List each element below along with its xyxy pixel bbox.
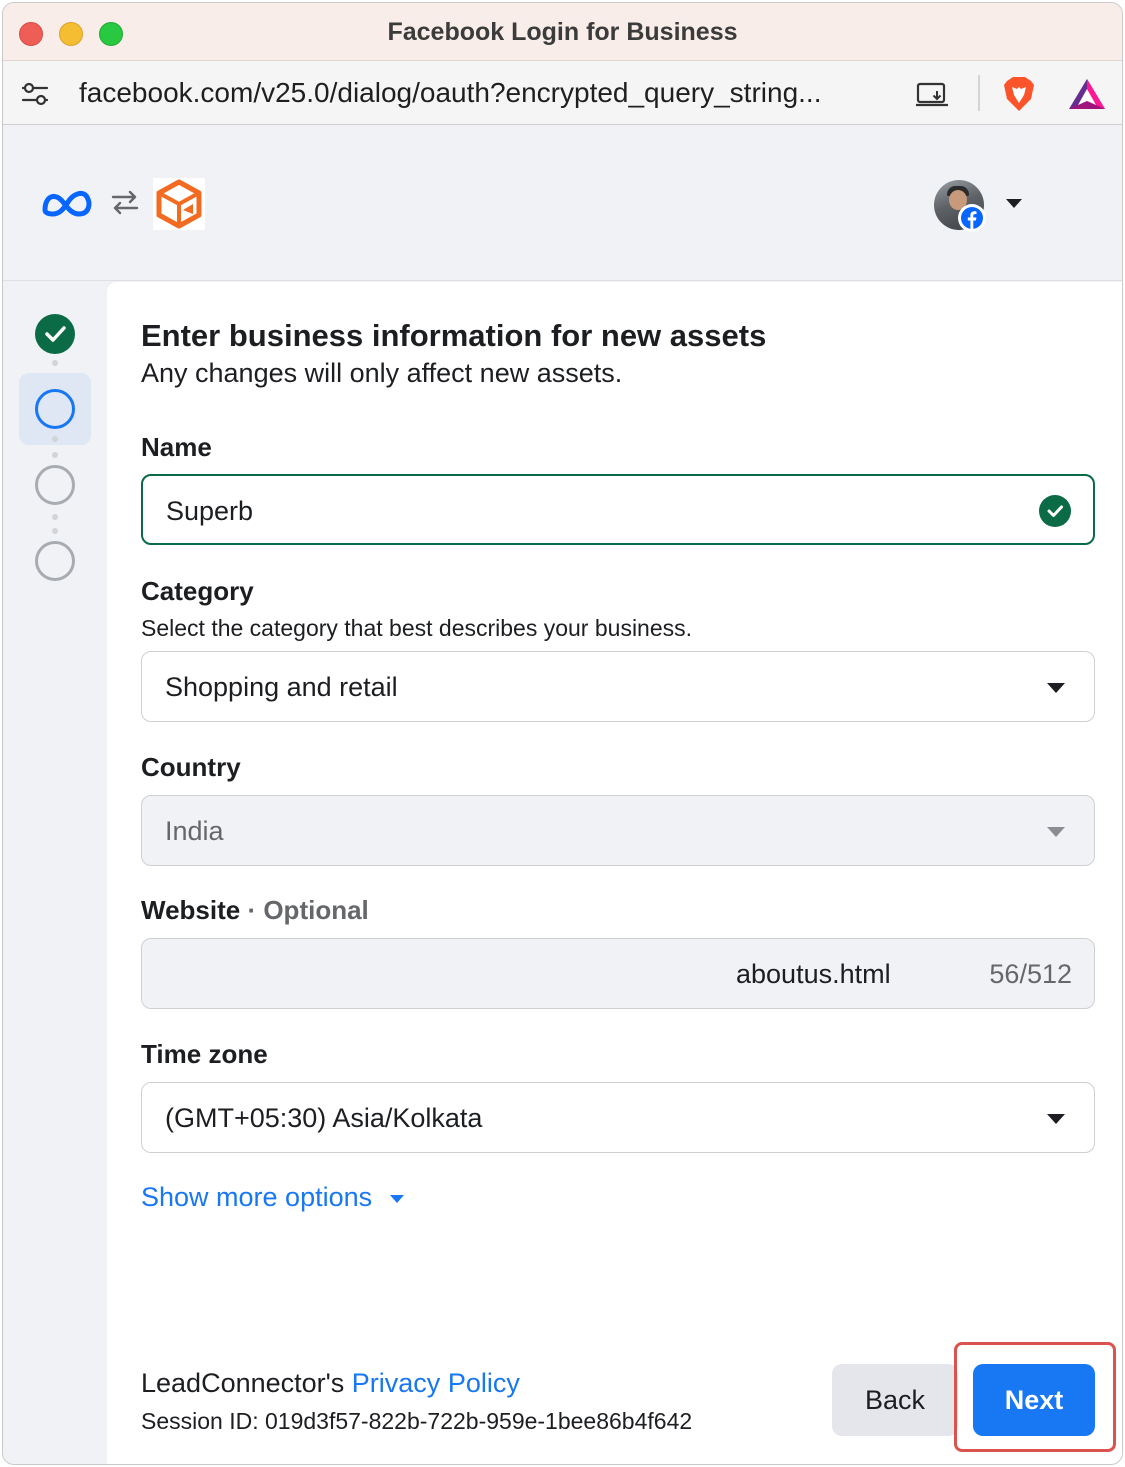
account-menu-chevron-down-icon[interactable] xyxy=(1003,196,1025,210)
business-info-form: Enter business information for new asset… xyxy=(107,282,1122,1464)
title-bar: Facebook Login for Business xyxy=(3,3,1122,61)
website-field[interactable]: aboutus.html 56/512 xyxy=(141,938,1095,1009)
brave-rewards-icon[interactable] xyxy=(1067,77,1107,111)
step-connector-dot xyxy=(52,452,58,458)
timezone-select[interactable]: (GMT+05:30) Asia/Kolkata xyxy=(141,1082,1095,1153)
next-button[interactable]: Next xyxy=(973,1364,1095,1436)
dialog-header xyxy=(3,126,1122,281)
category-helper: Select the category that best describes … xyxy=(141,615,693,641)
name-field[interactable]: Superb xyxy=(141,474,1095,545)
optional-tag: · Optional xyxy=(247,895,369,925)
website-label-text: Website xyxy=(141,895,241,925)
step-complete-check-icon xyxy=(35,314,75,354)
address-bar: facebook.com/v25.0/dialog/oauth?encrypte… xyxy=(3,61,1122,125)
chevron-down-icon xyxy=(1047,827,1065,837)
policy-prefix: LeadConnector's xyxy=(141,1368,352,1398)
site-settings-icon[interactable] xyxy=(21,81,49,107)
step-connector-dot xyxy=(52,514,58,520)
name-label: Name xyxy=(141,432,212,462)
toolbar-separator xyxy=(978,75,980,111)
avatar[interactable] xyxy=(934,180,986,232)
show-more-options-link[interactable]: Show more options xyxy=(141,1182,372,1213)
brave-shields-icon[interactable] xyxy=(1001,75,1037,113)
privacy-policy-line: LeadConnector's Privacy Policy xyxy=(141,1368,520,1399)
timezone-label: Time zone xyxy=(141,1039,268,1069)
chevron-down-icon xyxy=(1047,683,1065,693)
url-field[interactable]: facebook.com/v25.0/dialog/oauth?encrypte… xyxy=(79,77,821,109)
character-counter: 56/512 xyxy=(989,959,1072,989)
valid-check-icon xyxy=(1039,495,1071,527)
step-upcoming-indicator xyxy=(35,465,75,505)
name-value: Superb xyxy=(166,496,254,526)
swap-arrows-icon xyxy=(111,190,139,215)
chevron-down-icon[interactable] xyxy=(389,1194,405,1204)
meta-logo-icon xyxy=(42,190,92,217)
step-connector-dot xyxy=(52,528,58,534)
privacy-policy-link[interactable]: Privacy Policy xyxy=(352,1368,520,1398)
step-connector-dot xyxy=(52,360,58,366)
install-app-icon[interactable] xyxy=(915,81,949,109)
country-value: India xyxy=(165,816,224,846)
back-button[interactable]: Back xyxy=(832,1364,958,1436)
progress-stepper xyxy=(3,282,107,1464)
website-label: Website · Optional xyxy=(141,895,369,926)
facebook-badge-icon xyxy=(958,204,986,232)
country-select: India xyxy=(141,795,1095,866)
browser-window: Facebook Login for Business facebook.com… xyxy=(2,2,1123,1465)
website-value: aboutus.html xyxy=(736,959,891,989)
step-connector-dot xyxy=(52,436,58,442)
session-id: Session ID: 019d3f57-822b-722b-959e-1bee… xyxy=(141,1408,693,1434)
window-title: Facebook Login for Business xyxy=(387,18,738,46)
step-upcoming-indicator xyxy=(35,541,75,581)
page-title: Enter business information for new asset… xyxy=(141,318,767,353)
category-select[interactable]: Shopping and retail xyxy=(141,651,1095,722)
country-label: Country xyxy=(141,752,241,782)
step-current-indicator xyxy=(35,389,75,429)
timezone-value: (GMT+05:30) Asia/Kolkata xyxy=(165,1103,483,1133)
category-value: Shopping and retail xyxy=(165,672,398,702)
page-subtitle: Any changes will only affect new assets. xyxy=(141,358,623,388)
category-label: Category xyxy=(141,576,254,606)
chevron-down-icon xyxy=(1047,1114,1065,1124)
leadconnector-logo-icon xyxy=(153,178,205,230)
